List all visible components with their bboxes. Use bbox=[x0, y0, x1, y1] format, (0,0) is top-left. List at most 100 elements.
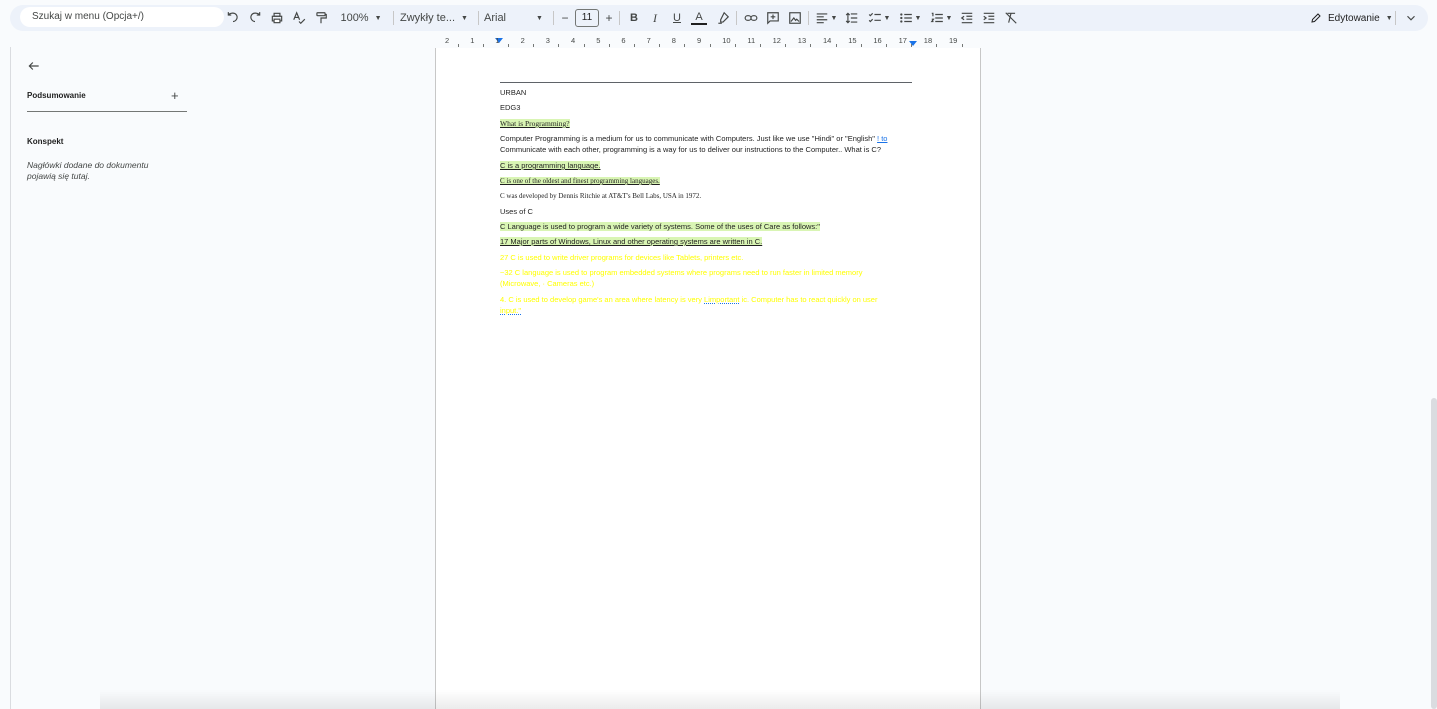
undo-button[interactable] bbox=[224, 8, 242, 28]
increase-font-size-button[interactable]: + bbox=[602, 8, 616, 28]
text-color-button[interactable]: A bbox=[691, 10, 707, 25]
toolbar-divider bbox=[808, 11, 809, 25]
paragraph-style-value: Zwykły te... bbox=[400, 12, 456, 24]
pencil-icon bbox=[1311, 13, 1321, 23]
italic-button[interactable]: I bbox=[647, 8, 663, 28]
ruler-number: 2 bbox=[520, 36, 525, 45]
editing-mode-label: Edytowanie bbox=[1328, 12, 1380, 24]
add-comment-icon bbox=[767, 12, 779, 25]
increase-indent-button[interactable] bbox=[980, 8, 998, 28]
paragraph[interactable]: What is Programming? bbox=[500, 119, 570, 130]
ruler-number: 15 bbox=[848, 36, 857, 45]
ruler-tick bbox=[482, 44, 484, 47]
ruler-tick bbox=[936, 44, 938, 47]
paragraph[interactable]: C Language is used to program a wide var… bbox=[500, 222, 820, 233]
paragraph[interactable]: Uses of C bbox=[500, 207, 533, 218]
paragraph[interactable]: Communicate with each other, programming… bbox=[500, 145, 881, 156]
ruler-number: 10 bbox=[722, 36, 731, 45]
ruler-tick bbox=[835, 44, 837, 47]
paragraph[interactable]: C was developed by Dennis Ritchie at AT&… bbox=[500, 191, 701, 202]
ruler-tick bbox=[961, 44, 963, 47]
redo-button[interactable] bbox=[246, 8, 264, 28]
paragraph[interactable]: input." bbox=[500, 306, 521, 317]
collapse-menus-button[interactable] bbox=[1404, 8, 1418, 28]
paragraph[interactable]: URBAN bbox=[500, 88, 526, 99]
paragraph[interactable]: (Microwave, · Cameras etc.) bbox=[500, 279, 594, 290]
line-spacing-icon bbox=[845, 12, 858, 24]
font-select[interactable]: Arial ▼ bbox=[484, 8, 548, 28]
paragraph-text: 17 Major parts of Windows, Linux and oth… bbox=[500, 237, 763, 246]
insert-comment-button[interactable] bbox=[764, 8, 782, 28]
paragraph[interactable]: ~32 C language is used to program embedd… bbox=[500, 268, 862, 279]
ruler-tick bbox=[684, 44, 686, 47]
insert-link-button[interactable] bbox=[742, 8, 760, 28]
right-indent-marker[interactable] bbox=[909, 41, 917, 46]
back-arrow-icon[interactable] bbox=[27, 59, 41, 73]
numbered-list-select[interactable]: ▼ bbox=[928, 8, 954, 28]
ruler-tick bbox=[810, 44, 812, 47]
toolbar-divider bbox=[393, 11, 394, 25]
editing-mode-select[interactable]: Edytowanie ▼ bbox=[1310, 8, 1393, 28]
clear-formatting-button[interactable] bbox=[1002, 8, 1020, 28]
font-size-input[interactable]: 11 bbox=[575, 9, 599, 27]
paragraph-text: What is Programming? bbox=[500, 119, 570, 128]
align-left-icon bbox=[816, 13, 827, 24]
outline-empty-hint: Nagłówki dodane do dokumentu pojawią się… bbox=[27, 160, 149, 181]
ruler-number: 8 bbox=[671, 36, 676, 45]
ruler-number: 1 bbox=[495, 36, 500, 45]
summary-heading: Podsumowanie bbox=[27, 91, 86, 100]
decrease-font-size-button[interactable]: − bbox=[558, 8, 572, 28]
print-button[interactable] bbox=[268, 8, 286, 28]
paragraph-style-select[interactable]: Zwykły te... ▼ bbox=[400, 8, 476, 28]
paragraph[interactable]: 4. C is used to develop game's an area w… bbox=[500, 295, 877, 306]
paragraph[interactable]: 27 C is used to write driver programs fo… bbox=[500, 253, 743, 264]
outline-heading: Konspekt bbox=[27, 137, 64, 146]
horizontal-rule bbox=[500, 82, 912, 83]
ruler-tick bbox=[634, 44, 635, 47]
vertical-scrollbar[interactable] bbox=[1431, 398, 1437, 709]
align-select[interactable]: ▼ bbox=[814, 8, 838, 28]
paragraph[interactable]: C is a programming language. bbox=[500, 161, 601, 172]
add-summary-button[interactable]: + bbox=[171, 88, 179, 103]
ruler-tick bbox=[785, 44, 787, 47]
paragraph-text: C is a programming language. bbox=[500, 161, 601, 170]
decrease-indent-button[interactable] bbox=[958, 8, 976, 28]
ruler-tick bbox=[860, 44, 862, 47]
ruler-number: 12 bbox=[772, 36, 781, 45]
ruler-tick bbox=[508, 44, 509, 47]
paragraph[interactable]: EDG3 bbox=[500, 103, 520, 114]
ruler-tick bbox=[734, 44, 736, 47]
ruler-tick bbox=[533, 44, 535, 47]
chevron-down-icon: ▼ bbox=[830, 14, 838, 22]
ruler-number: 1 bbox=[470, 36, 475, 45]
paint-roller-icon bbox=[316, 12, 327, 24]
chevron-down-icon: ▼ bbox=[883, 14, 891, 22]
bulleted-list-select[interactable]: ▼ bbox=[897, 8, 923, 28]
toolbar-divider bbox=[478, 11, 479, 25]
paint-format-button[interactable] bbox=[312, 8, 330, 28]
paragraph-text: 4. C is used to develop game's an area w… bbox=[500, 295, 705, 304]
ruler-tick bbox=[911, 44, 913, 47]
bold-button[interactable]: B bbox=[626, 8, 642, 28]
paragraph[interactable]: Computer Programming is a medium for us … bbox=[500, 134, 887, 145]
paragraph[interactable]: 17 Major parts of Windows, Linux and oth… bbox=[500, 237, 763, 248]
highlight-color-button[interactable] bbox=[714, 8, 732, 28]
chevron-down-icon: ▼ bbox=[914, 14, 922, 22]
underline-button[interactable]: U bbox=[669, 8, 685, 28]
ruler-tick bbox=[659, 44, 661, 47]
menu-search-input[interactable]: Szukaj w menu (Opcja+/) bbox=[20, 7, 224, 27]
ruler-tick bbox=[583, 44, 585, 47]
bulleted-list-icon bbox=[899, 13, 912, 23]
undo-icon bbox=[227, 12, 238, 23]
spelling-suggestion[interactable]: Limportant bbox=[704, 295, 739, 304]
insert-image-button[interactable] bbox=[786, 8, 804, 28]
summary-divider bbox=[27, 111, 187, 112]
zoom-select[interactable]: 100% ▼ bbox=[336, 8, 386, 28]
horizontal-ruler[interactable]: 2 1 1 2 3 4 5 6 7 8 9 10 11 12 13 14 15 16 17 18 19 bbox=[435, 35, 981, 47]
spellcheck-button[interactable] bbox=[290, 8, 308, 28]
ruler-tick bbox=[760, 44, 761, 47]
paragraph[interactable]: C is one of the oldest and finest progra… bbox=[500, 176, 660, 187]
line-spacing-button[interactable] bbox=[843, 8, 861, 28]
checklist-select[interactable]: ▼ bbox=[866, 8, 892, 28]
document-page[interactable]: URBAN EDG3 What is Programming? Computer… bbox=[435, 48, 981, 709]
